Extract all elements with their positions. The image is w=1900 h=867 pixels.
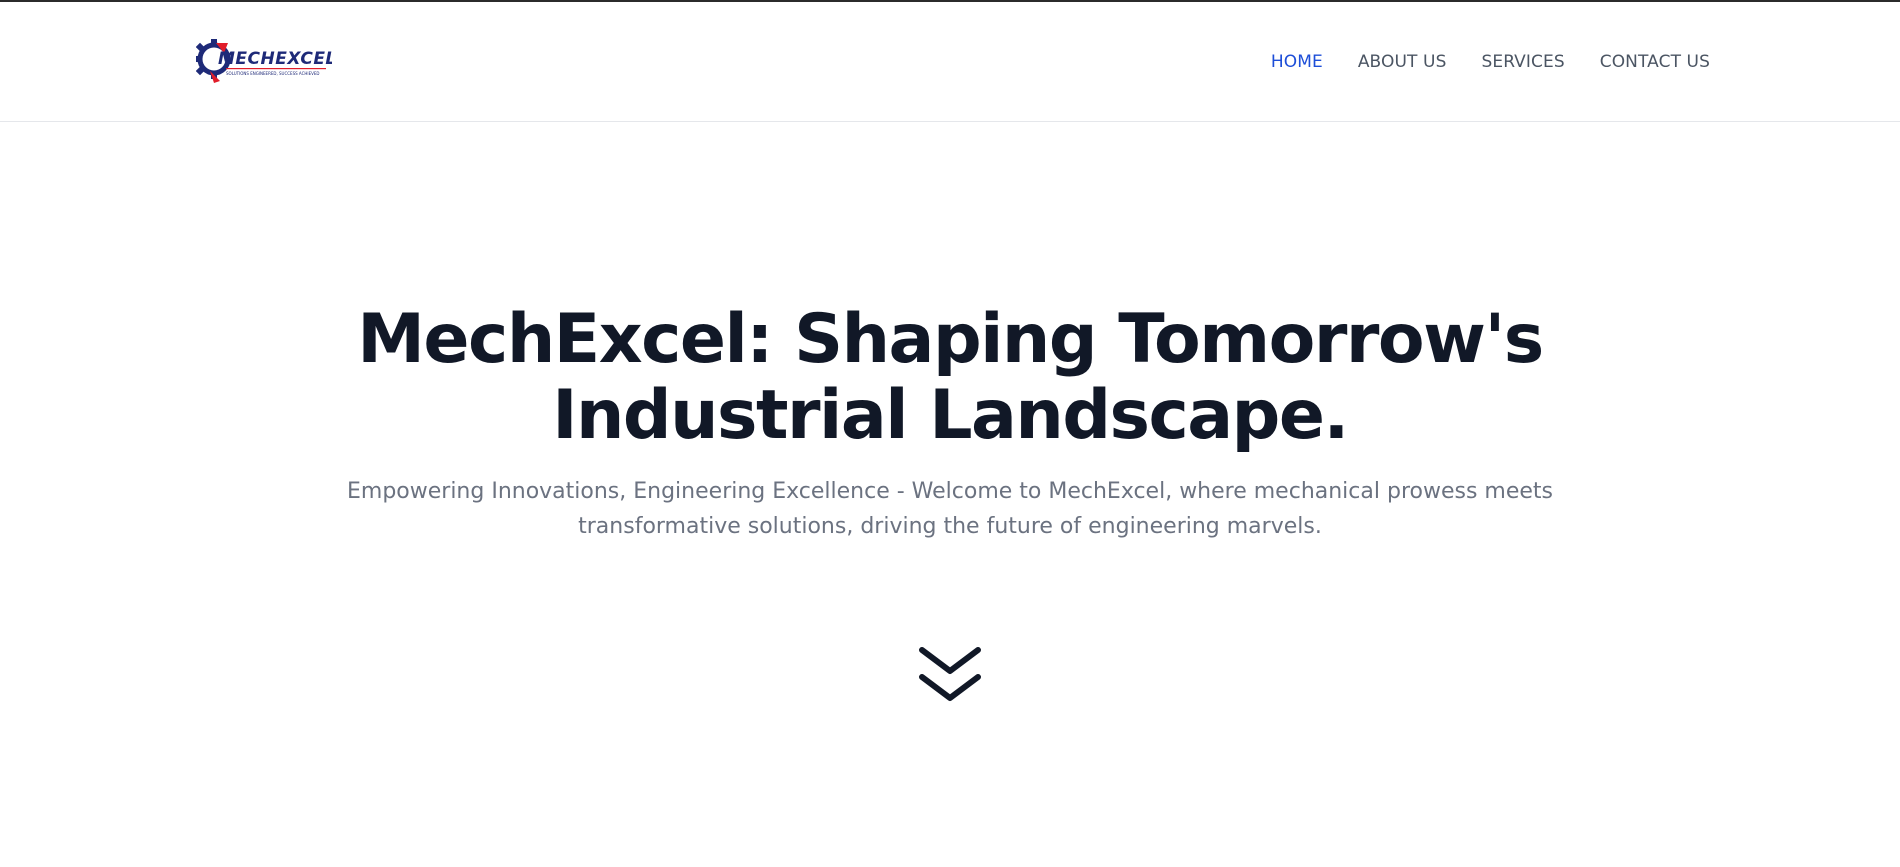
main-nav: HOME ABOUT US SERVICES CONTACT US — [1271, 52, 1710, 72]
page: MECHEXCEL SOLUTIONS ENGINEERED, SUCCESS … — [0, 0, 1900, 867]
svg-text:MECHEXCEL: MECHEXCEL — [218, 49, 332, 69]
svg-text:SOLUTIONS ENGINEERED, SUCCESS: SOLUTIONS ENGINEERED, SUCCESS ACHIEVED — [226, 71, 319, 76]
mechexcel-logo-icon: MECHEXCEL SOLUTIONS ENGINEERED, SUCCESS … — [196, 39, 332, 83]
double-chevron-down-icon — [919, 647, 981, 701]
hero-subtitle: Empowering Innovations, Engineering Exce… — [346, 479, 1553, 539]
hero-title: MechExcel: Shaping Tomorrow's Industrial… — [357, 300, 1544, 455]
scroll-down-button[interactable] — [916, 645, 984, 713]
site-logo[interactable]: MECHEXCEL SOLUTIONS ENGINEERED, SUCCESS … — [196, 35, 332, 87]
nav-home-link[interactable]: HOME — [1271, 52, 1323, 72]
nav-services-link[interactable]: SERVICES — [1481, 52, 1564, 72]
nav-about-us-link[interactable]: ABOUT US — [1358, 52, 1447, 72]
navbar: MECHEXCEL SOLUTIONS ENGINEERED, SUCCESS … — [0, 2, 1900, 122]
nav-contact-us-link[interactable]: CONTACT US — [1600, 52, 1710, 72]
hero-section: MechExcel: Shaping Tomorrow's Industrial… — [0, 302, 1900, 544]
